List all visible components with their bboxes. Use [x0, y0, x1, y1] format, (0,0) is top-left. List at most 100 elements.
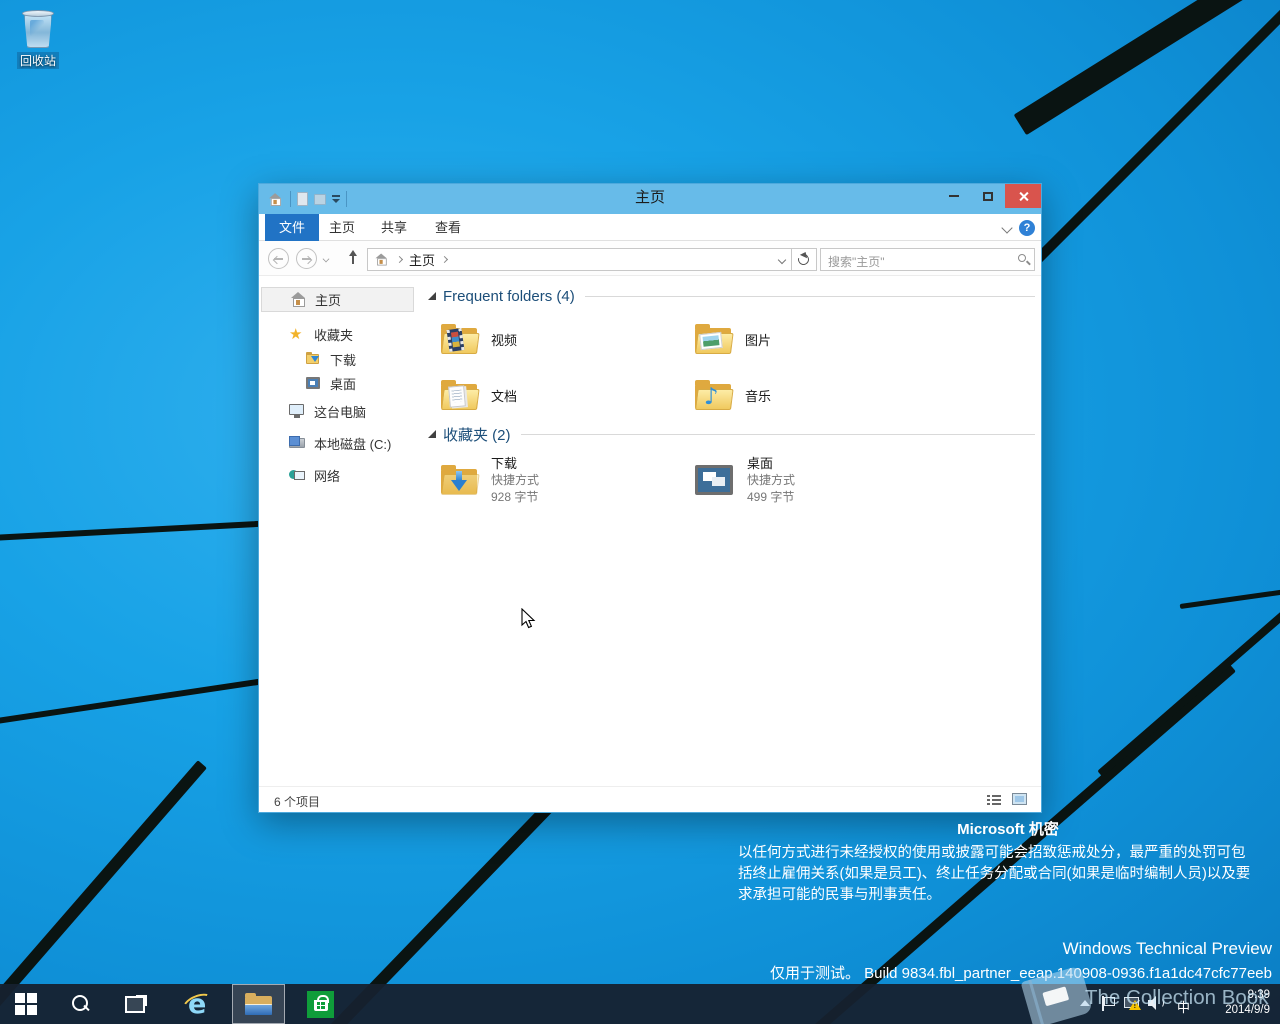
taskbar-search-button[interactable]	[56, 984, 104, 1024]
item-type: 快捷方式	[491, 472, 539, 489]
shortcut-tile-desktop[interactable]: 桌面 快捷方式 499 字节	[695, 450, 930, 510]
sidebar-item-home[interactable]: 主页	[261, 287, 414, 312]
minimize-button[interactable]	[937, 184, 971, 208]
recycle-bin[interactable]: 回收站	[10, 8, 66, 70]
star-icon: ★	[289, 327, 306, 342]
tab-home[interactable]: 主页	[315, 214, 369, 241]
close-icon	[1018, 191, 1029, 202]
tab-share[interactable]: 共享	[367, 214, 421, 241]
clock-date: 2014/9/9	[1225, 1003, 1270, 1018]
group-collapse-icon[interactable]	[428, 430, 436, 438]
sidebar-item-network[interactable]: 网络	[261, 463, 414, 488]
item-size: 499 字节	[747, 489, 795, 506]
navigation-pane: 主页 ★ 收藏夹 下载 桌面 这台电脑 本地磁盘 (C:)	[259, 276, 418, 786]
wallpaper-beam	[1180, 586, 1280, 609]
internet-explorer-button[interactable]: e	[172, 984, 220, 1024]
ribbon-tab-row: 文件 主页 共享 查看	[259, 214, 1041, 241]
download-folder-icon	[441, 465, 477, 495]
sidebar-item-this-pc[interactable]: 这台电脑	[261, 399, 414, 424]
address-dropdown-icon[interactable]	[778, 256, 786, 264]
group-header-favorites[interactable]: 收藏夹 (2)	[428, 424, 1035, 444]
item-size: 928 字节	[491, 489, 539, 506]
item-type: 快捷方式	[747, 472, 795, 489]
folder-tile-music[interactable]: ♪ 音乐	[695, 368, 930, 422]
download-folder-icon	[305, 352, 322, 367]
shortcut-tile-downloads[interactable]: 下载 快捷方式 928 字节	[441, 450, 676, 510]
thumbnail-view-icon[interactable]	[1012, 793, 1027, 805]
breadcrumb-chevron-icon[interactable]	[441, 256, 448, 263]
close-button[interactable]	[1005, 184, 1041, 208]
title-bar[interactable]: 主页	[259, 184, 1041, 214]
network-status-button[interactable]	[1124, 996, 1140, 1010]
home-icon	[290, 292, 307, 307]
maximize-button[interactable]	[971, 184, 1005, 208]
warning-icon	[1129, 1000, 1141, 1010]
recent-locations-icon[interactable]	[323, 256, 330, 263]
task-view-button[interactable]	[112, 984, 160, 1024]
documents-folder-icon	[441, 380, 477, 410]
wallpaper-beam	[1014, 0, 1280, 135]
recycle-bin-icon	[21, 8, 55, 50]
speaker-icon	[1148, 996, 1164, 1010]
file-explorer-icon	[245, 993, 272, 1015]
maximize-icon	[983, 192, 993, 201]
breadcrumb-chevron-icon[interactable]	[396, 256, 403, 263]
search-icon	[69, 993, 91, 1015]
file-explorer-button[interactable]	[232, 984, 285, 1024]
task-view-icon	[125, 995, 147, 1013]
confidential-watermark: Microsoft 机密 以任何方式进行未经授权的使用或披露可能会招致惩戒处分，…	[738, 818, 1278, 906]
address-bar[interactable]: 主页	[367, 248, 792, 271]
drive-icon	[289, 436, 306, 451]
store-button[interactable]	[296, 984, 344, 1024]
items-view: Frequent folders (4) 视频 图片 文档 ♪ 音乐	[426, 276, 1041, 786]
home-icon	[375, 254, 389, 266]
tab-view[interactable]: 查看	[421, 214, 475, 241]
forward-button[interactable]	[296, 248, 317, 269]
store-icon	[307, 991, 334, 1018]
start-button[interactable]	[2, 984, 50, 1024]
breadcrumb[interactable]: 主页	[409, 250, 435, 269]
window-title: 主页	[259, 184, 1041, 214]
show-hidden-icons-button[interactable]	[1080, 1000, 1090, 1006]
search-icon[interactable]	[1018, 254, 1026, 262]
build-watermark: Windows Technical Preview 仅用于测试。 Build 9…	[672, 939, 1272, 983]
details-view-icon[interactable]	[987, 794, 1001, 806]
confidential-title: Microsoft 机密	[738, 818, 1278, 839]
sidebar-item-downloads[interactable]: 下载	[261, 347, 414, 372]
input-method-indicator[interactable]: 中	[1177, 997, 1190, 1016]
refresh-button[interactable]	[792, 248, 817, 271]
pictures-folder-icon	[695, 324, 731, 354]
back-icon	[274, 255, 283, 264]
help-icon[interactable]	[1019, 220, 1035, 236]
search-input[interactable]: 搜索"主页"	[820, 248, 1035, 271]
sidebar-item-local-disk-c[interactable]: 本地磁盘 (C:)	[261, 431, 414, 456]
address-bar-row: 主页 搜索"主页"	[259, 241, 1041, 276]
tab-file[interactable]: 文件	[265, 214, 319, 241]
folder-tile-videos[interactable]: 视频	[441, 312, 676, 366]
group-rule	[585, 296, 1035, 297]
windows-logo-icon	[15, 993, 37, 1015]
up-button[interactable]	[347, 250, 359, 266]
build-string: 仅用于测试。 Build 9834.fbl_partner_eeap.14090…	[672, 962, 1272, 983]
group-collapse-icon[interactable]	[428, 292, 436, 300]
volume-button[interactable]	[1148, 996, 1164, 1010]
folder-tile-documents[interactable]: 文档	[441, 368, 676, 422]
taskbar: e 中 9:39 2014/9/9	[0, 984, 1280, 1024]
forward-icon	[302, 255, 311, 264]
refresh-icon	[796, 252, 811, 267]
back-button[interactable]	[268, 248, 289, 269]
desktop-icon	[695, 465, 733, 495]
action-center-button[interactable]	[1102, 996, 1114, 1011]
network-icon	[289, 468, 306, 483]
group-header-frequent-folders[interactable]: Frequent folders (4)	[428, 286, 1035, 306]
status-bar: 6 个项目	[259, 786, 1041, 812]
minimize-icon	[949, 195, 959, 197]
taskbar-clock[interactable]: 9:39 2014/9/9	[1225, 988, 1270, 1018]
internet-explorer-icon: e	[182, 991, 210, 1017]
clock-time: 9:39	[1225, 988, 1270, 1003]
folder-tile-pictures[interactable]: 图片	[695, 312, 930, 366]
recycle-bin-label: 回收站	[17, 52, 59, 69]
sidebar-item-favorites[interactable]: ★ 收藏夹	[261, 322, 414, 347]
sidebar-item-desktop[interactable]: 桌面	[261, 371, 414, 396]
ribbon-collapse-icon[interactable]	[1001, 222, 1012, 233]
